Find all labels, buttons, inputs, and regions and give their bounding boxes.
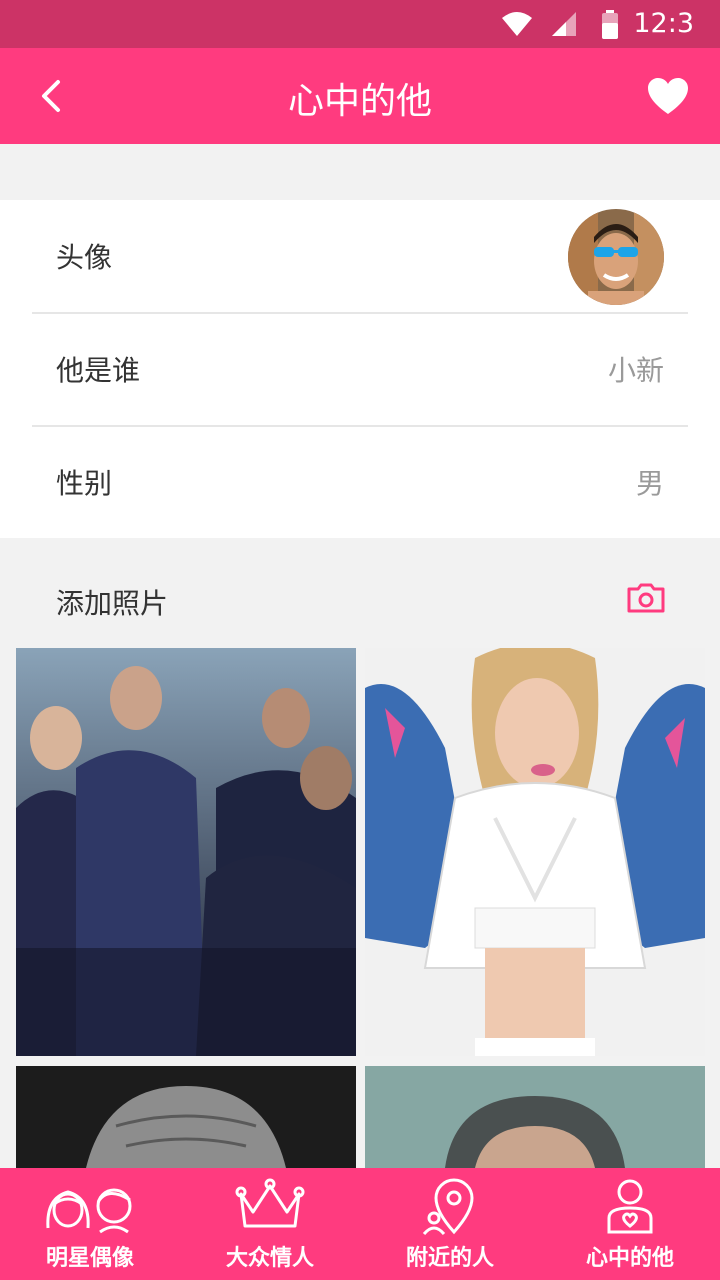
photo-tile[interactable] (365, 648, 705, 1056)
bottom-tab-bar: 明星偶像 大众情人 附近的人 心中的他 (0, 1168, 720, 1280)
battery-icon (602, 10, 618, 39)
heart-favorite-icon[interactable] (646, 76, 690, 116)
gender-value: 男 (635, 467, 664, 500)
who-row[interactable]: 他是谁 小新 (32, 313, 688, 427)
status-bar: 12:3 (0, 0, 720, 48)
gender-label: 性别 (56, 467, 113, 500)
add-photo-row: 添加照片 (0, 538, 720, 648)
photo-tile[interactable] (365, 1066, 705, 1168)
photo-tile[interactable] (16, 1066, 356, 1168)
tab-label: 大众情人 (225, 1246, 314, 1271)
page-title: 心中的他 (287, 81, 432, 122)
photo-tile[interactable] (16, 648, 356, 1056)
crown-icon (235, 1178, 305, 1228)
status-time: 12:3 (633, 8, 694, 39)
tab-nearby-people[interactable]: 附近的人 (360, 1168, 540, 1280)
tab-label: 心中的他 (585, 1246, 674, 1271)
tab-star-idol[interactable]: 明星偶像 (0, 1168, 180, 1280)
idol-couple-icon (46, 1188, 132, 1234)
add-photo-label: 添加照片 (56, 587, 169, 620)
wifi-icon (502, 12, 532, 36)
location-person-icon (422, 1178, 474, 1236)
tab-popular-lover[interactable]: 大众情人 (180, 1168, 360, 1280)
tab-label: 附近的人 (405, 1246, 494, 1271)
app-bar: 心中的他 (0, 48, 720, 144)
gender-row[interactable]: 性别 男 (32, 426, 688, 538)
avatar-label: 头像 (56, 241, 113, 274)
tab-heart-him[interactable]: 心中的他 (540, 1168, 720, 1280)
who-value: 小新 (607, 354, 664, 387)
camera-icon[interactable] (626, 582, 666, 614)
who-label: 他是谁 (56, 354, 141, 387)
avatar-row[interactable]: 头像 (32, 200, 688, 314)
person-heart-icon (607, 1179, 653, 1234)
tab-label: 明星偶像 (45, 1246, 134, 1271)
avatar[interactable] (568, 209, 664, 305)
profile-card: 头像 他是谁 小新 性别 男 (0, 200, 720, 538)
cellular-signal-icon (552, 12, 576, 36)
